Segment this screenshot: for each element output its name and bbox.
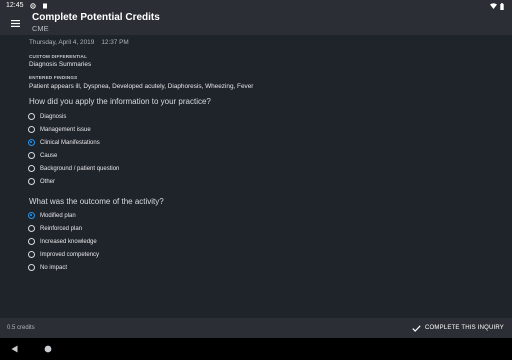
complete-inquiry-label: COMPLETE THIS INQUIRY (425, 325, 504, 331)
radio-button[interactable] (28, 251, 35, 258)
home-nav-icon[interactable] (44, 345, 52, 353)
entered-findings-label: ENTERED FINDINGS (29, 75, 78, 80)
status-bar: 12:45 (0, 0, 512, 11)
system-navigation-bar (0, 338, 512, 360)
battery-icon (500, 2, 506, 10)
inquiry-date-time: Thursday, April 4, 2019 12:37 PM (29, 39, 129, 46)
radio-option-label: Clinical Manifestations (40, 139, 100, 146)
radio-button[interactable] (28, 225, 35, 232)
radio-option-label: Management issue (40, 126, 91, 133)
radio-option-label: Cause (40, 152, 58, 159)
radio-option-label: Other (40, 178, 56, 185)
page-title: Complete Potential Credits (32, 12, 160, 23)
radio-button-selected[interactable] (28, 139, 35, 146)
hamburger-icon (10, 14, 20, 32)
wifi-icon (490, 2, 497, 9)
radio-option-label: Reinforced plan (40, 225, 83, 232)
settings-notification-icon (29, 2, 36, 9)
bottom-action-bar: 0.5 credits COMPLETE THIS INQUIRY (0, 318, 512, 338)
credits-count: 0.5 credits (7, 325, 35, 331)
radio-option-label: Modified plan (40, 212, 76, 219)
checkmark-icon (412, 319, 421, 337)
custom-differential-value: Diagnosis Summaries (29, 61, 92, 68)
custom-differential-label: CUSTOM DIFFERENTIAL (29, 54, 88, 59)
radio-option-label: Increased knowledge (40, 238, 97, 245)
status-right (490, 2, 512, 10)
radio-button[interactable] (28, 238, 35, 245)
radio-button[interactable] (28, 165, 35, 172)
radio-option-management-issue[interactable]: Management issue (28, 124, 91, 135)
radio-option-clinical-manifestations[interactable]: Clinical Manifestations (28, 137, 100, 148)
radio-option-label: Background / patient question (40, 165, 120, 172)
radio-option-label: Improved competency (40, 251, 100, 258)
question-activity-outcome: What was the outcome of the activity? (29, 197, 164, 206)
radio-button-selected[interactable] (28, 212, 35, 219)
radio-button[interactable] (28, 126, 35, 133)
radio-button[interactable] (28, 152, 35, 159)
page-subtitle: CME (32, 24, 49, 33)
radio-option-reinforced-plan[interactable]: Reinforced plan (28, 223, 82, 234)
radio-option-label: Diagnosis (40, 113, 67, 120)
sim-notification-icon (42, 3, 48, 9)
question-practice-application: How did you apply the information to you… (29, 97, 211, 106)
radio-option-background-patient-question[interactable]: Background / patient question (28, 163, 119, 174)
radio-option-diagnosis[interactable]: Diagnosis (28, 111, 66, 122)
radio-option-no-impact[interactable]: No impact (28, 262, 67, 273)
app-bar-titles: Complete Potential Credits CME (32, 12, 160, 34)
radio-button[interactable] (28, 264, 35, 271)
status-left: 12:45 (0, 2, 48, 9)
status-time: 12:45 (6, 2, 24, 9)
main-content[interactable]: Thursday, April 4, 2019 12:37 PM CUSTOM … (0, 35, 512, 318)
radio-option-modified-plan[interactable]: Modified plan (28, 210, 76, 221)
radio-option-improved-competency[interactable]: Improved competency (28, 249, 99, 260)
radio-button[interactable] (28, 178, 35, 185)
app-bar: Complete Potential Credits CME (0, 11, 512, 35)
back-nav-icon[interactable] (11, 345, 18, 353)
radio-option-cause[interactable]: Cause (28, 150, 57, 161)
radio-button[interactable] (28, 113, 35, 120)
menu-button[interactable] (0, 11, 30, 35)
radio-option-label: No impact (40, 264, 68, 271)
entered-findings-value: Patient appears ill, Dyspnea, Developed … (29, 83, 254, 90)
radio-option-other[interactable]: Other (28, 176, 55, 187)
complete-inquiry-button[interactable]: COMPLETE THIS INQUIRY (412, 319, 512, 337)
radio-option-increased-knowledge[interactable]: Increased knowledge (28, 236, 97, 247)
